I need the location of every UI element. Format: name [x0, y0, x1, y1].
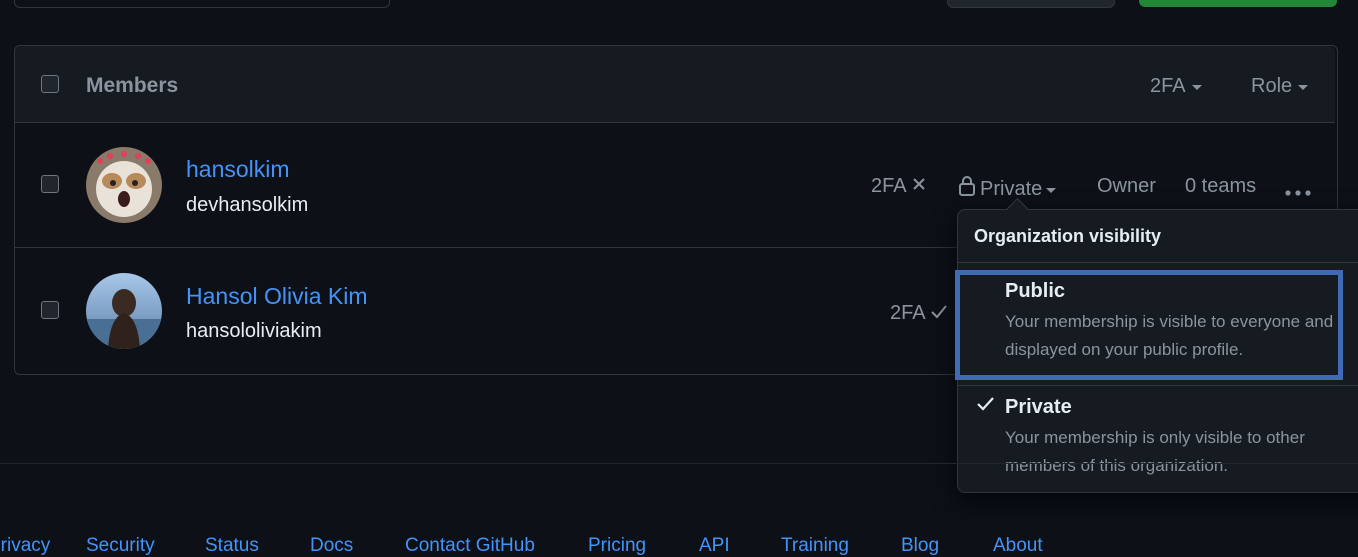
filter-2fa-dropdown[interactable]: 2FA: [1150, 75, 1202, 98]
avatar[interactable]: [86, 273, 162, 349]
footer-link-status[interactable]: Status: [205, 535, 259, 557]
avatar[interactable]: [86, 147, 162, 223]
triangle-down-icon: [1191, 85, 1202, 90]
member-login: devhansolkim: [186, 194, 309, 216]
members-header-label: Members: [86, 74, 179, 97]
option-private-label: Private: [1005, 396, 1072, 418]
footer-link-security[interactable]: Security: [86, 535, 155, 557]
menu-divider: [958, 262, 1358, 263]
footer-link-blog[interactable]: Blog: [901, 535, 939, 557]
twofa-status: 2FA: [890, 302, 948, 325]
visibility-label: Private: [980, 177, 1043, 200]
footer-link-about[interactable]: About: [993, 535, 1043, 557]
filter-role-dropdown[interactable]: Role: [1251, 75, 1309, 98]
footer-link-docs[interactable]: Docs: [310, 535, 353, 557]
twofa-status: 2FA: [871, 175, 927, 198]
member-checkbox[interactable]: [41, 301, 59, 319]
footer-link-training[interactable]: Training: [781, 535, 849, 557]
member-name-link[interactable]: hansolkim: [186, 156, 290, 183]
filter-2fa-label: 2FA: [1150, 75, 1186, 97]
visibility-dropdown[interactable]: Private: [958, 175, 1057, 203]
member-checkbox[interactable]: [41, 175, 59, 193]
footer-link-pricing[interactable]: Pricing: [588, 535, 646, 557]
option-private-desc-1: Your membership is only visible to other: [1005, 428, 1305, 447]
twofa-label: 2FA: [890, 302, 926, 324]
footer-divider: [0, 463, 1358, 464]
footer-link-contact[interactable]: Contact GitHub: [405, 535, 535, 557]
twofa-label: 2FA: [871, 175, 907, 197]
x-icon: [911, 175, 927, 198]
check-icon: [930, 302, 948, 325]
menu-title: Organization visibility: [974, 226, 1162, 246]
invite-member-button[interactable]: [1139, 0, 1337, 7]
check-icon: [976, 395, 996, 418]
kebab-horizontal-icon[interactable]: [1284, 184, 1312, 202]
select-all-checkbox[interactable]: [41, 75, 59, 93]
triangle-down-icon: [1298, 85, 1309, 90]
triangle-down-icon: [1046, 187, 1057, 193]
member-name-link[interactable]: Hansol Olivia Kim: [186, 283, 368, 310]
search-input[interactable]: [14, 0, 390, 8]
footer-link-privacy[interactable]: Privacy: [0, 535, 50, 557]
menu-divider: [958, 385, 1358, 386]
lock-icon: [958, 175, 976, 203]
role-label: Owner: [1097, 175, 1156, 197]
members-header: [15, 46, 1335, 123]
member-login: hansololiviakim: [186, 320, 322, 342]
footer-link-api[interactable]: API: [699, 535, 730, 557]
teams-link[interactable]: 0 teams: [1185, 175, 1256, 198]
toolbar-button[interactable]: [947, 0, 1115, 8]
highlight-box: [955, 270, 1343, 380]
filter-role-label: Role: [1251, 75, 1293, 97]
option-private-desc-2: members of this organization.: [1005, 456, 1228, 475]
